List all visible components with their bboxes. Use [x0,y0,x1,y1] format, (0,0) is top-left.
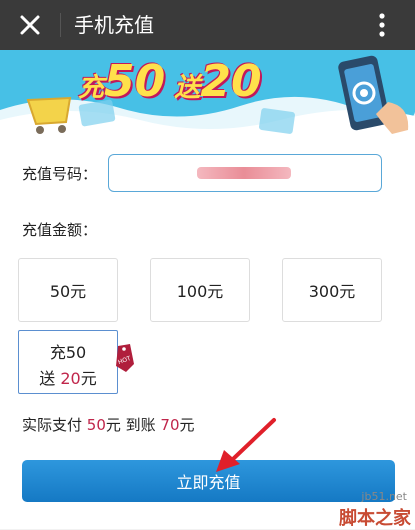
page-title: 手机充值 [74,13,154,37]
redacted-phone-number [197,167,291,179]
amount-option-promo[interactable]: 充50 送 20元 [18,330,118,394]
promo-line-2: 送 20元 [39,369,97,388]
banner-slogan: 充50 送20 [78,56,262,107]
hot-tag-icon: HOT [116,344,134,372]
watermark: jb51.net 脚本之家 [339,490,411,529]
amount-option-100[interactable]: 100元 [150,258,250,322]
promo-banner[interactable]: 充50 送20 [0,50,415,146]
promo-line-1: 充50 [49,343,87,362]
title-bar: 手机充值 [0,0,415,50]
phone-number-input[interactable] [108,154,382,192]
pointer-arrow-annotation [216,418,276,472]
close-icon[interactable] [14,9,46,41]
amount-label: 充值金额： [22,221,98,239]
amount-option-50[interactable]: 50元 [18,258,118,322]
title-divider [60,13,61,37]
more-options-icon[interactable] [370,10,394,40]
recharge-form: 充值号码： 充值金额： 50元 100元 300元 充50 送 20元 HOT … [0,146,415,529]
amount-option-300[interactable]: 300元 [282,258,382,322]
phone-label: 充值号码： [22,165,98,183]
payment-summary: 实际支付 50元 到账 70元 [22,416,195,434]
